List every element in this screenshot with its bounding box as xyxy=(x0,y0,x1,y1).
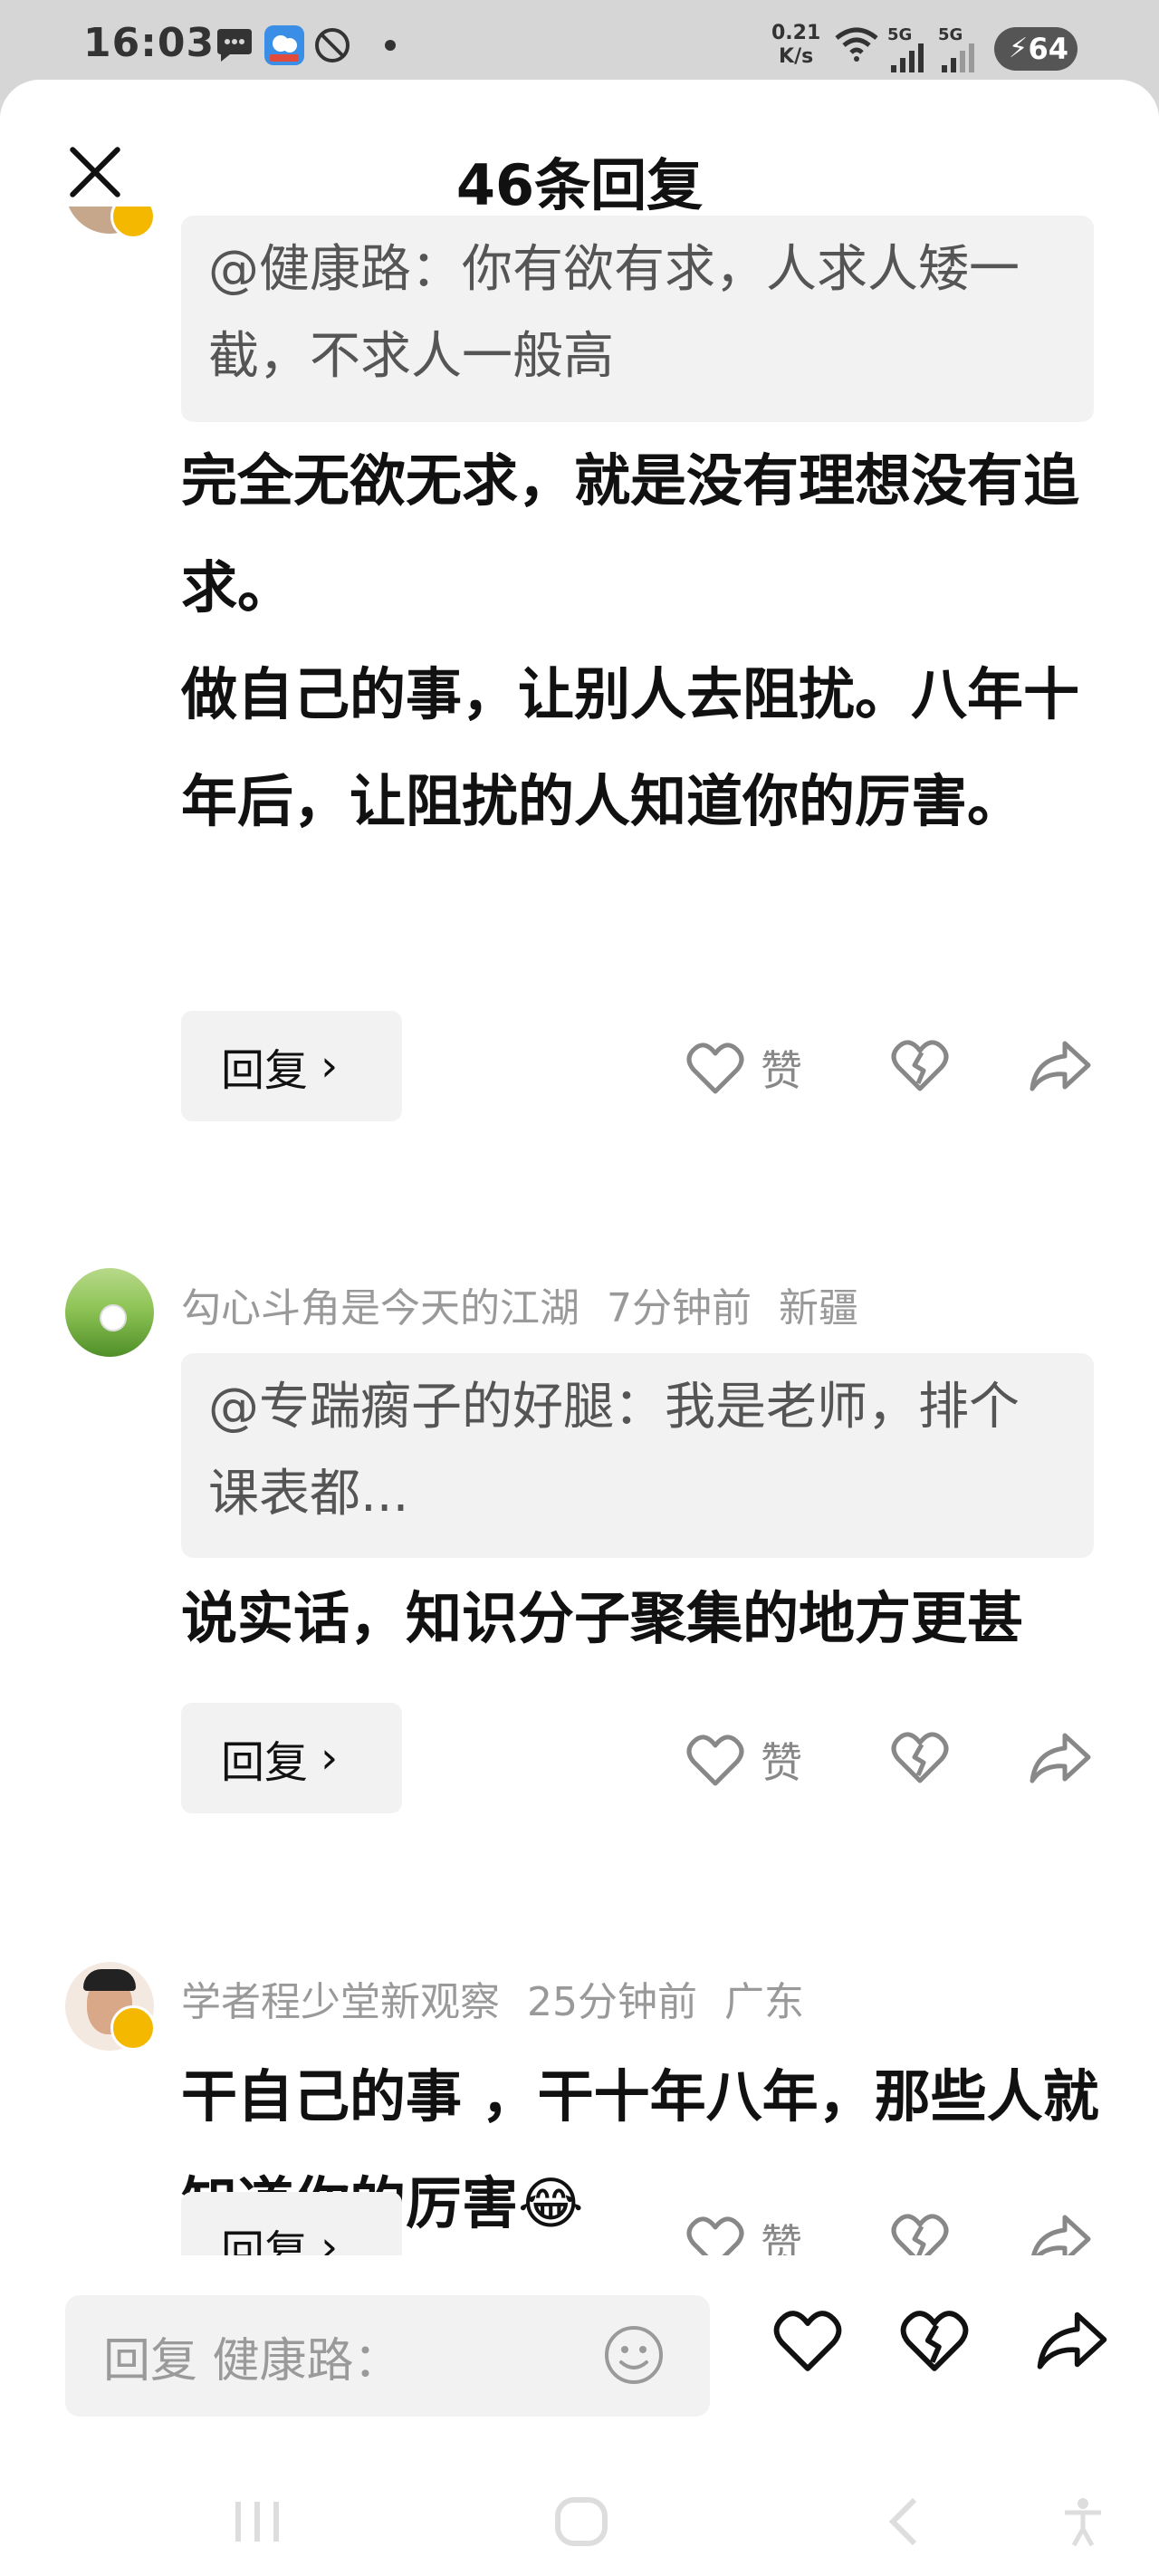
reply-input[interactable]: 回复 健康路： xyxy=(65,2295,710,2417)
dislike-button[interactable] xyxy=(891,2212,949,2255)
broken-heart-icon xyxy=(891,2214,949,2255)
network-speed-unit: K/s xyxy=(779,45,814,68)
chevron-right-icon: › xyxy=(321,1733,339,1783)
heart-icon xyxy=(686,2216,744,2255)
reply-button-label: 回复 xyxy=(221,1045,309,1096)
dislike-button[interactable] xyxy=(891,1038,949,1092)
battery-level: 64 xyxy=(1028,32,1068,66)
quoted-reply[interactable]: @健康路：你有欲有求，人求人矮一截，不求人一般高 xyxy=(181,216,1094,422)
share-icon xyxy=(1030,1733,1091,1783)
comment-location: 新疆 xyxy=(779,1285,858,1331)
emoji-icon[interactable] xyxy=(601,2322,666,2388)
comment-body-line: 做自己的事，让别人去阻扰。八年十年后，让阻扰的人知道你的厉害。 xyxy=(181,661,1080,834)
verified-badge-icon xyxy=(110,2005,156,2051)
like-button[interactable]: 赞 xyxy=(686,2212,802,2255)
reply-button[interactable]: 回复 › xyxy=(181,2192,402,2255)
heart-icon xyxy=(686,1735,744,1786)
like-label: 赞 xyxy=(761,1046,802,1095)
wifi-icon xyxy=(833,24,880,67)
share-icon xyxy=(1030,2215,1091,2255)
comment-meta: 勾心斗角是今天的江湖 7分钟前 新疆 xyxy=(181,1275,886,1333)
hair-shape xyxy=(83,1969,136,1991)
network-speed-value: 0.21 xyxy=(771,22,821,44)
weather-app-icon xyxy=(263,24,306,67)
share-icon xyxy=(1037,2312,1107,2369)
reply-button-label: 回复 xyxy=(221,2226,309,2255)
status-time: 16:03 xyxy=(83,20,216,66)
reply-button[interactable]: 回复 › xyxy=(181,1703,402,1813)
battery-indicator: ⚡ 64 xyxy=(994,27,1078,71)
comment-body: 完全无欲无求，就是没有理想没有追求。 做自己的事，让别人去阻扰。八年十年后，让阻… xyxy=(181,428,1114,855)
page-title: 46条回复 xyxy=(455,152,704,218)
share-button[interactable] xyxy=(1036,2308,1108,2375)
accessibility-icon[interactable] xyxy=(1056,2494,1110,2552)
comment-body: 说实话，知识分子聚集的地方更甚 xyxy=(181,1565,1114,1672)
dislike-button[interactable] xyxy=(900,2308,969,2377)
broken-heart-icon xyxy=(891,1732,949,1783)
chevron-right-icon: › xyxy=(321,1041,339,1091)
heart-icon xyxy=(773,2311,842,2371)
comment-time: 25分钟前 xyxy=(527,1979,697,2025)
back-icon[interactable] xyxy=(878,2494,933,2552)
home-icon[interactable] xyxy=(552,2494,610,2552)
charging-icon: ⚡ xyxy=(1009,33,1029,64)
system-nav-bar xyxy=(0,2467,1159,2576)
like-button[interactable]: 赞 xyxy=(686,1038,802,1098)
avatar[interactable] xyxy=(65,1268,154,1357)
comments-sheet: 46条回复 @健康路：你有欲有求，人求人矮一截，不求人一般高 完全无欲无求，就是… xyxy=(0,80,1159,2576)
message-icon xyxy=(214,24,255,67)
golf-ball-icon xyxy=(100,1304,127,1331)
signal-1-icon xyxy=(889,36,925,80)
broken-heart-icon xyxy=(891,1040,949,1091)
dot-icon xyxy=(384,24,397,67)
like-label: 赞 xyxy=(761,2220,802,2255)
broken-heart-icon xyxy=(900,2311,969,2371)
heart-icon xyxy=(686,1043,744,1094)
like-button[interactable]: 赞 xyxy=(686,1730,802,1790)
share-button[interactable] xyxy=(1029,1038,1092,1092)
comment-location: 广东 xyxy=(724,1979,804,2025)
reply-button-label: 回复 xyxy=(221,1737,309,1788)
share-button[interactable] xyxy=(1029,2212,1092,2255)
reply-button[interactable]: 回复 › xyxy=(181,1011,402,1121)
share-button[interactable] xyxy=(1029,1730,1092,1784)
like-label: 赞 xyxy=(761,1738,802,1787)
quoted-reply[interactable]: @专踹瘸子的好腿：我是老师，排个课表都... xyxy=(181,1353,1094,1558)
sheet-header: 46条回复 xyxy=(0,80,1159,218)
chevron-right-icon: › xyxy=(321,2222,339,2255)
comment-list[interactable]: @健康路：你有欲有求，人求人矮一截，不求人一般高 完全无欲无求，就是没有理想没有… xyxy=(0,207,1159,2255)
share-icon xyxy=(1030,1041,1091,1091)
author-name[interactable]: 勾心斗角是今天的江湖 xyxy=(181,1285,580,1331)
dislike-button[interactable] xyxy=(891,1730,949,1784)
comment-meta: 学者程少堂新观察 25分钟前 广东 xyxy=(181,1969,831,2027)
like-button[interactable] xyxy=(773,2308,842,2377)
comment-body-line: 完全无欲无求，就是没有理想没有追求。 xyxy=(181,447,1080,620)
recent-apps-icon[interactable] xyxy=(230,2494,284,2552)
signal-2-icon xyxy=(940,36,976,80)
blocked-icon xyxy=(313,24,351,67)
comment-body-line: 说实话，知识分子聚集的地方更甚 xyxy=(181,1585,1024,1651)
author-name[interactable]: 学者程少堂新观察 xyxy=(181,1979,500,2025)
comment-time: 7分钟前 xyxy=(607,1285,752,1331)
reply-input-placeholder: 回复 健康路： xyxy=(103,2333,401,2389)
network-speed: 0.21 K/s xyxy=(771,22,820,69)
